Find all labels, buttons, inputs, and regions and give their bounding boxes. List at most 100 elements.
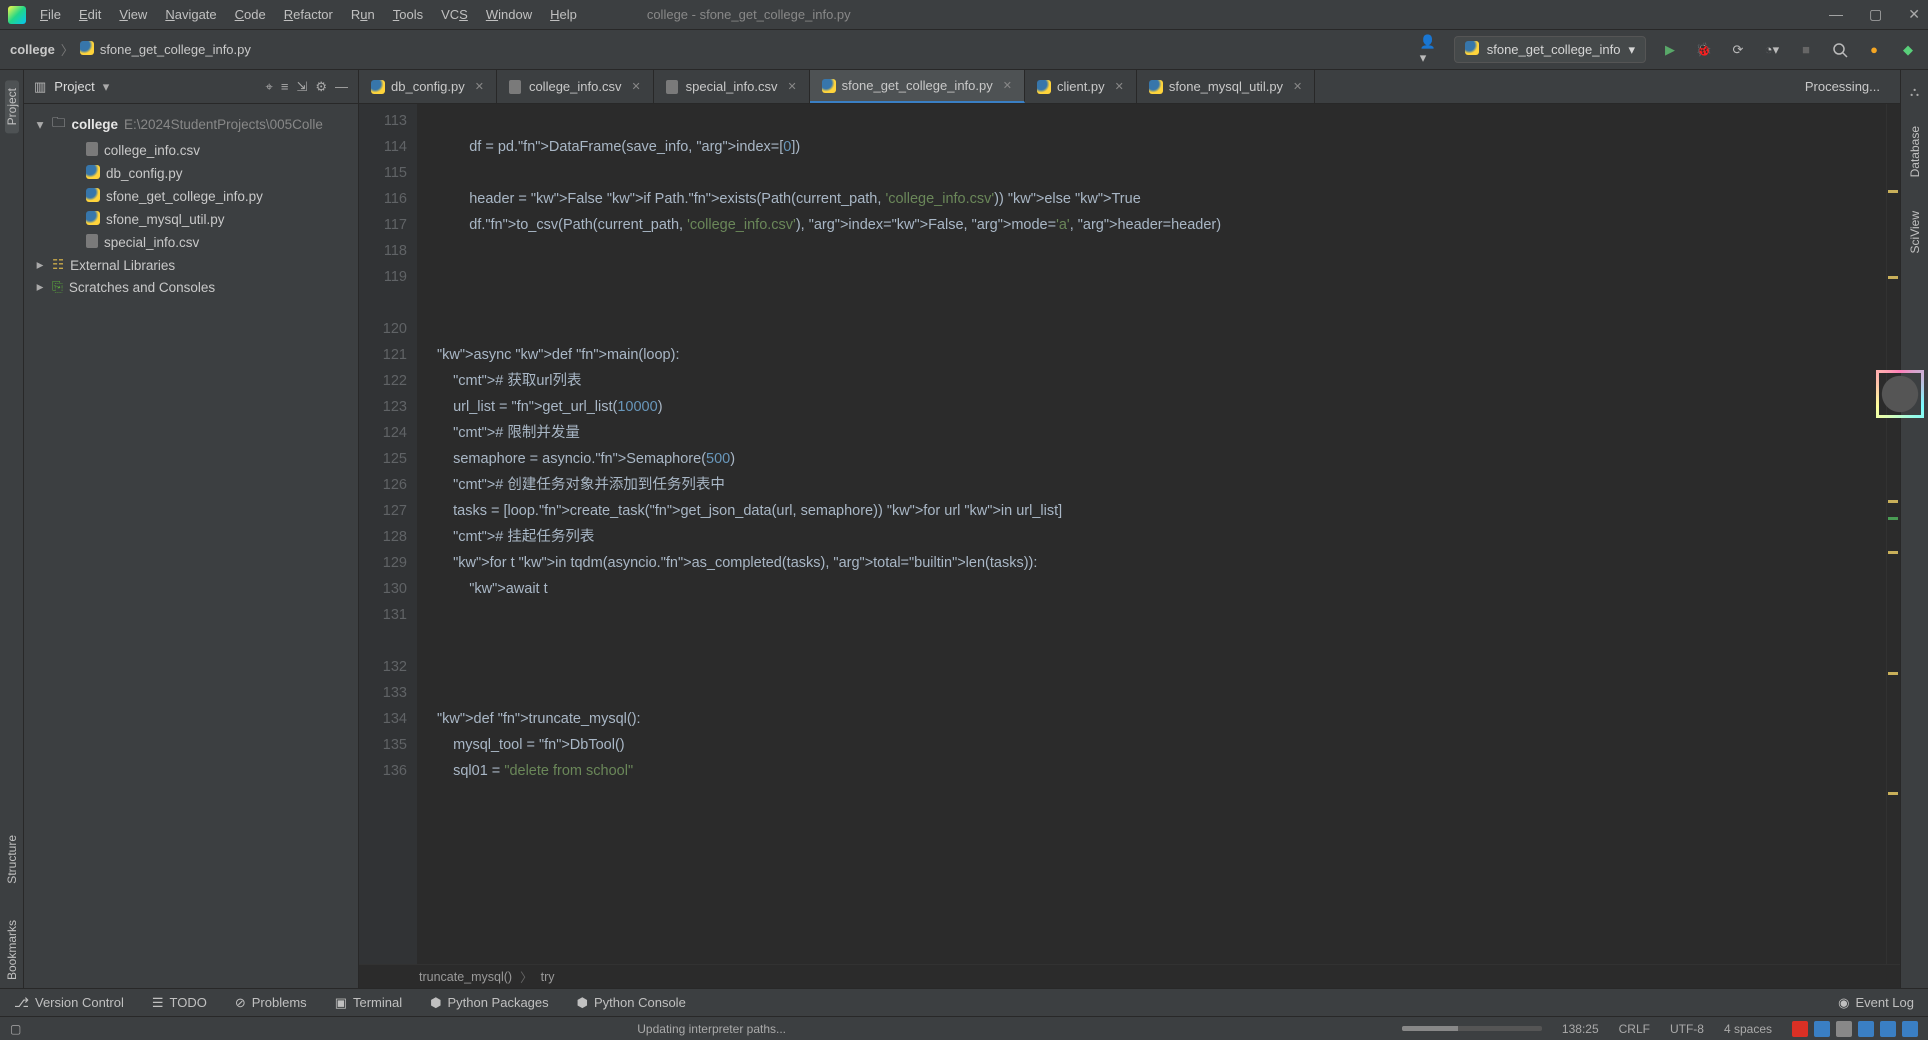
tool-problems[interactable]: ⊘Problems — [235, 995, 307, 1011]
tool-version-control[interactable]: ⎇Version Control — [14, 995, 124, 1011]
tool-sciview[interactable]: SciView — [1908, 203, 1922, 261]
tool-python-console[interactable]: ⬢Python Console — [577, 995, 686, 1011]
tree-ext-lib-row[interactable]: ▸☷External Libraries — [28, 254, 354, 276]
chevron-down-icon[interactable]: ▾ — [103, 79, 110, 95]
hide-panel-icon[interactable]: — — [335, 79, 348, 94]
code-content[interactable]: df = pd."fn">DataFrame(save_info, "arg">… — [417, 104, 1886, 964]
tab-sfone-get-college-info[interactable]: sfone_get_college_info.py✕ — [810, 70, 1025, 103]
close-tab-icon[interactable]: ✕ — [475, 80, 484, 93]
tool-project[interactable]: Project — [5, 80, 19, 133]
tool-windows-icon[interactable]: ▢ — [10, 1022, 21, 1036]
tray-icon[interactable] — [1858, 1021, 1874, 1037]
close-tab-icon[interactable]: ✕ — [631, 80, 640, 93]
tab-college-info[interactable]: college_info.csv✕ — [497, 70, 654, 103]
close-tab-icon[interactable]: ✕ — [1003, 79, 1012, 92]
python-file-icon — [1149, 80, 1163, 94]
menu-view[interactable]: View — [119, 7, 147, 22]
marker-bar[interactable] — [1886, 104, 1900, 964]
menu-refactor[interactable]: Refactor — [284, 7, 333, 22]
tray-icon[interactable] — [1902, 1021, 1918, 1037]
project-panel-title[interactable]: Project — [54, 79, 94, 94]
tree-file-row[interactable]: sfone_mysql_util.py — [28, 208, 354, 231]
close-tab-icon[interactable]: ✕ — [1115, 80, 1124, 93]
profile-button[interactable]: ◔▾ — [1762, 40, 1782, 60]
menu-file[interactable]: File — [40, 7, 61, 22]
tree-file-row[interactable]: special_info.csv — [28, 231, 354, 254]
breadcrumb[interactable]: college 〉 sfone_get_college_info.py — [10, 40, 251, 59]
menu-navigate[interactable]: Navigate — [165, 7, 216, 22]
status-message: Updating interpreter paths... — [637, 1022, 786, 1036]
tool-event-log[interactable]: ◉Event Log — [1838, 995, 1914, 1011]
tray-icon[interactable] — [1814, 1021, 1830, 1037]
titlebar: File Edit View Navigate Code Refactor Ru… — [0, 0, 1928, 30]
breadcrumb-inner[interactable]: try — [541, 970, 555, 984]
minimize-button[interactable]: — — [1829, 6, 1843, 23]
menu-tools[interactable]: Tools — [393, 7, 423, 22]
collapse-icon[interactable]: ⇲ — [296, 79, 307, 95]
scratches-icon: ⎘ — [52, 279, 63, 295]
line-separator[interactable]: CRLF — [1619, 1022, 1650, 1036]
expand-icon[interactable]: ≡ — [281, 79, 289, 94]
stop-button[interactable]: ■ — [1796, 40, 1816, 60]
tree-root-row[interactable]: ▾ 🗀 college E:\2024StudentProjects\005Co… — [28, 110, 354, 139]
tree-scratches-row[interactable]: ▸⎘Scratches and Consoles — [28, 276, 354, 298]
tray-icon[interactable] — [1792, 1021, 1808, 1037]
close-tab-icon[interactable]: ✕ — [1293, 80, 1302, 93]
tree-file-row[interactable]: sfone_get_college_info.py — [28, 185, 354, 208]
tool-python-packages[interactable]: ⬢Python Packages — [430, 995, 549, 1011]
menu-vcs[interactable]: VCS — [441, 7, 468, 22]
tree-file-row[interactable]: college_info.csv — [28, 139, 354, 162]
coverage-button[interactable]: ⟳ — [1728, 40, 1748, 60]
menu-help[interactable]: Help — [550, 7, 577, 22]
project-panel: ▥ Project ▾ ⌖ ≡ ⇲ ⚙ — ▾ 🗀 college E:\202… — [24, 70, 359, 988]
settings-icon[interactable]: ⚙ — [315, 79, 327, 95]
menu-run[interactable]: Run — [351, 7, 375, 22]
tray-icon[interactable] — [1880, 1021, 1896, 1037]
project-root-name: college — [72, 117, 119, 132]
notifications-icon[interactable]: ⛬ — [1910, 84, 1919, 100]
indent-setting[interactable]: 4 spaces — [1724, 1022, 1772, 1036]
menu-edit[interactable]: Edit — [79, 7, 101, 22]
tab-sfone-mysql-util[interactable]: sfone_mysql_util.py✕ — [1137, 70, 1315, 103]
file-encoding[interactable]: UTF-8 — [1670, 1022, 1704, 1036]
maximize-button[interactable]: ▢ — [1869, 6, 1882, 23]
project-root-path: E:\2024StudentProjects\005Colle — [124, 117, 323, 132]
menu-code[interactable]: Code — [235, 7, 266, 22]
tool-bookmarks[interactable]: Bookmarks — [5, 912, 19, 988]
tool-todo[interactable]: ☰TODO — [152, 995, 207, 1011]
python-file-icon — [1465, 41, 1479, 58]
tab-special-info[interactable]: special_info.csv✕ — [654, 70, 810, 103]
tray-icon[interactable] — [1836, 1021, 1852, 1037]
close-tab-icon[interactable]: ✕ — [787, 80, 796, 93]
system-tray — [1792, 1021, 1918, 1037]
locate-icon[interactable]: ⌖ — [266, 79, 273, 95]
python-file-icon — [86, 188, 100, 205]
breadcrumb-file[interactable]: sfone_get_college_info.py — [100, 42, 251, 57]
user-icon[interactable]: ● — [1864, 40, 1884, 60]
debug-button[interactable]: 🐞 — [1694, 40, 1714, 60]
project-tree[interactable]: ▾ 🗀 college E:\2024StudentProjects\005Co… — [24, 104, 358, 988]
search-everywhere-button[interactable] — [1830, 40, 1850, 60]
breadcrumb-root[interactable]: college — [10, 42, 55, 57]
ide-ai-icon[interactable]: ◆ — [1898, 40, 1918, 60]
csv-file-icon — [509, 80, 523, 94]
menu-window[interactable]: Window — [486, 7, 532, 22]
editor-breadcrumb[interactable]: truncate_mysql() 〉 try — [359, 964, 1900, 988]
editor-viewport[interactable]: 1131141151161171181191201211221231241251… — [359, 104, 1900, 964]
tree-file-row[interactable]: db_config.py — [28, 162, 354, 185]
project-panel-header: ▥ Project ▾ ⌖ ≡ ⇲ ⚙ — — [24, 70, 358, 104]
close-button[interactable]: ✕ — [1908, 6, 1920, 23]
breadcrumb-function[interactable]: truncate_mysql() — [419, 970, 512, 984]
tab-client[interactable]: client.py✕ — [1025, 70, 1137, 103]
tab-db-config[interactable]: db_config.py✕ — [359, 70, 497, 103]
run-config-selector[interactable]: sfone_get_college_info ▾ — [1454, 36, 1646, 63]
tool-database[interactable]: Database — [1908, 118, 1922, 185]
tool-structure[interactable]: Structure — [5, 827, 19, 892]
left-tool-stripe: Project Structure Bookmarks — [0, 70, 24, 988]
code-with-me-widget[interactable] — [1876, 370, 1924, 418]
tool-terminal[interactable]: ▣Terminal — [335, 995, 402, 1011]
run-button[interactable]: ▶ — [1660, 40, 1680, 60]
add-config-icon[interactable]: 👤▾ — [1420, 40, 1440, 60]
cursor-position[interactable]: 138:25 — [1562, 1022, 1599, 1036]
app-icon — [8, 6, 26, 24]
